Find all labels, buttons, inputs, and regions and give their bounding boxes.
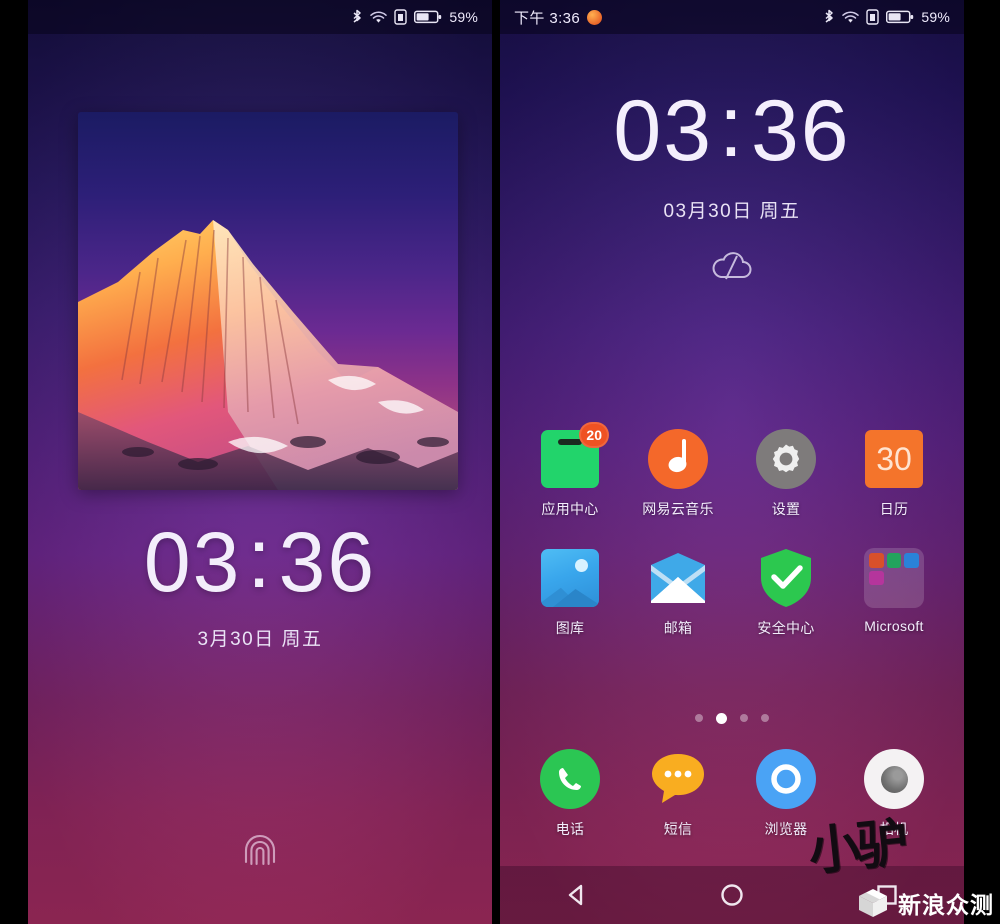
app-icon-netease-music[interactable]: 网易云音乐 [624, 428, 732, 519]
lockscreen-statusbar: 59% [28, 0, 492, 34]
page-dot[interactable] [740, 714, 748, 722]
app-label: 邮箱 [663, 620, 693, 636]
lock-hours: 03 [143, 515, 242, 609]
statusbar-time: 下午 3:36 [514, 9, 581, 27]
app-icon-gallery[interactable]: 图库 [516, 547, 624, 638]
watermark: 新浪众测 [856, 886, 994, 920]
app-label: 应用中心 [541, 501, 599, 517]
browser-icon[interactable] [755, 748, 817, 810]
app-grid: 20 应用中心 网易云音乐 设置 30 日历 图库 邮箱 安全中心 Micros… [516, 422, 948, 638]
gallery-icon[interactable] [539, 547, 601, 609]
calendar-icon[interactable]: 30 [863, 428, 925, 490]
app-icon-security-center[interactable]: 安全中心 [732, 547, 840, 638]
dock-label: 短信 [663, 821, 693, 837]
battery-percent: 59% [449, 9, 478, 25]
lock-screen: 59% 03:36 3月30日 周五 [28, 0, 492, 924]
excel-icon [886, 553, 902, 568]
dock-label: 电话 [555, 821, 585, 837]
app-label: 设置 [771, 501, 801, 517]
skype-icon [904, 553, 919, 568]
calendar-day: 30 [865, 430, 923, 488]
app-icon-app-center[interactable]: 20 应用中心 [516, 422, 624, 519]
page-dot[interactable] [761, 714, 769, 722]
sim-icon [394, 9, 408, 25]
lock-colon: : [247, 511, 273, 605]
mountain-photo [78, 220, 458, 490]
netease-music-icon[interactable] [647, 428, 709, 490]
wifi-icon [370, 10, 388, 24]
back-triangle-icon[interactable] [555, 873, 599, 917]
app-icon-settings[interactable]: 设置 [732, 428, 840, 519]
wifi-icon [842, 10, 860, 24]
fingerprint-icon[interactable] [237, 828, 283, 883]
app-label: Microsoft [864, 618, 924, 634]
app-icon-mail[interactable]: 邮箱 [624, 547, 732, 638]
lock-date: 3月30日 周五 [197, 629, 323, 650]
security-shield-icon[interactable] [755, 547, 817, 609]
phone-icon[interactable] [539, 748, 601, 810]
widget-minutes: 36 [750, 83, 851, 179]
bluetooth-icon [351, 9, 363, 26]
badge-count: 20 [579, 422, 609, 448]
battery-icon [886, 10, 914, 24]
app-icon-calendar[interactable]: 30 日历 [840, 428, 948, 519]
page-indicator[interactable] [500, 712, 964, 724]
app-label: 网易云音乐 [642, 501, 714, 517]
watermark-brush-text: 小驴 [805, 812, 908, 883]
widget-date: 03月30日 周五 [663, 201, 801, 222]
screenshot-stage: 59% 03:36 3月30日 周五 下午 3:36 59% 03:36 03月… [0, 0, 1000, 924]
sim-icon [866, 9, 880, 25]
lock-minutes: 36 [278, 515, 377, 609]
home-screen: 下午 3:36 59% 03:36 03月30日 周五 20 应用中心 网易云音… [500, 0, 964, 924]
bluetooth-icon [823, 9, 835, 26]
battery-icon [414, 10, 442, 24]
settings-gear-icon[interactable] [755, 428, 817, 490]
clock-widget[interactable]: 03:36 03月30日 周五 [500, 84, 964, 285]
dock-item-sms[interactable]: 短信 [624, 748, 732, 839]
sina-cube-icon [859, 889, 887, 917]
orange-dot-icon [587, 9, 603, 25]
app-label: 图库 [555, 620, 585, 636]
page-dot[interactable] [695, 714, 703, 722]
widget-colon: : [719, 79, 745, 175]
app-center-icon[interactable]: 20 [539, 422, 609, 490]
battery-percent: 59% [921, 9, 950, 25]
powerpoint-icon [869, 553, 884, 568]
dock-label: 浏览器 [764, 821, 808, 837]
page-dot-active[interactable] [716, 712, 727, 724]
widget-hours: 03 [613, 83, 714, 179]
homescreen-statusbar: 下午 3:36 59% [500, 0, 964, 34]
onenote-icon [869, 570, 884, 586]
app-folder-microsoft[interactable]: Microsoft [840, 547, 948, 638]
sms-bubble-icon[interactable] [647, 748, 709, 810]
lockscreen-magazine-card[interactable] [78, 112, 458, 490]
lockscreen-clock: 03:36 3月30日 周五 [28, 516, 492, 651]
mail-icon[interactable] [647, 547, 709, 609]
dock-item-phone[interactable]: 电话 [516, 748, 624, 839]
watermark-text: 新浪众测 [898, 892, 994, 918]
app-label: 安全中心 [757, 620, 815, 636]
app-label: 日历 [879, 501, 909, 517]
folder-icon[interactable] [863, 547, 925, 609]
home-circle-icon[interactable] [710, 873, 754, 917]
cloud-icon[interactable] [500, 249, 964, 285]
